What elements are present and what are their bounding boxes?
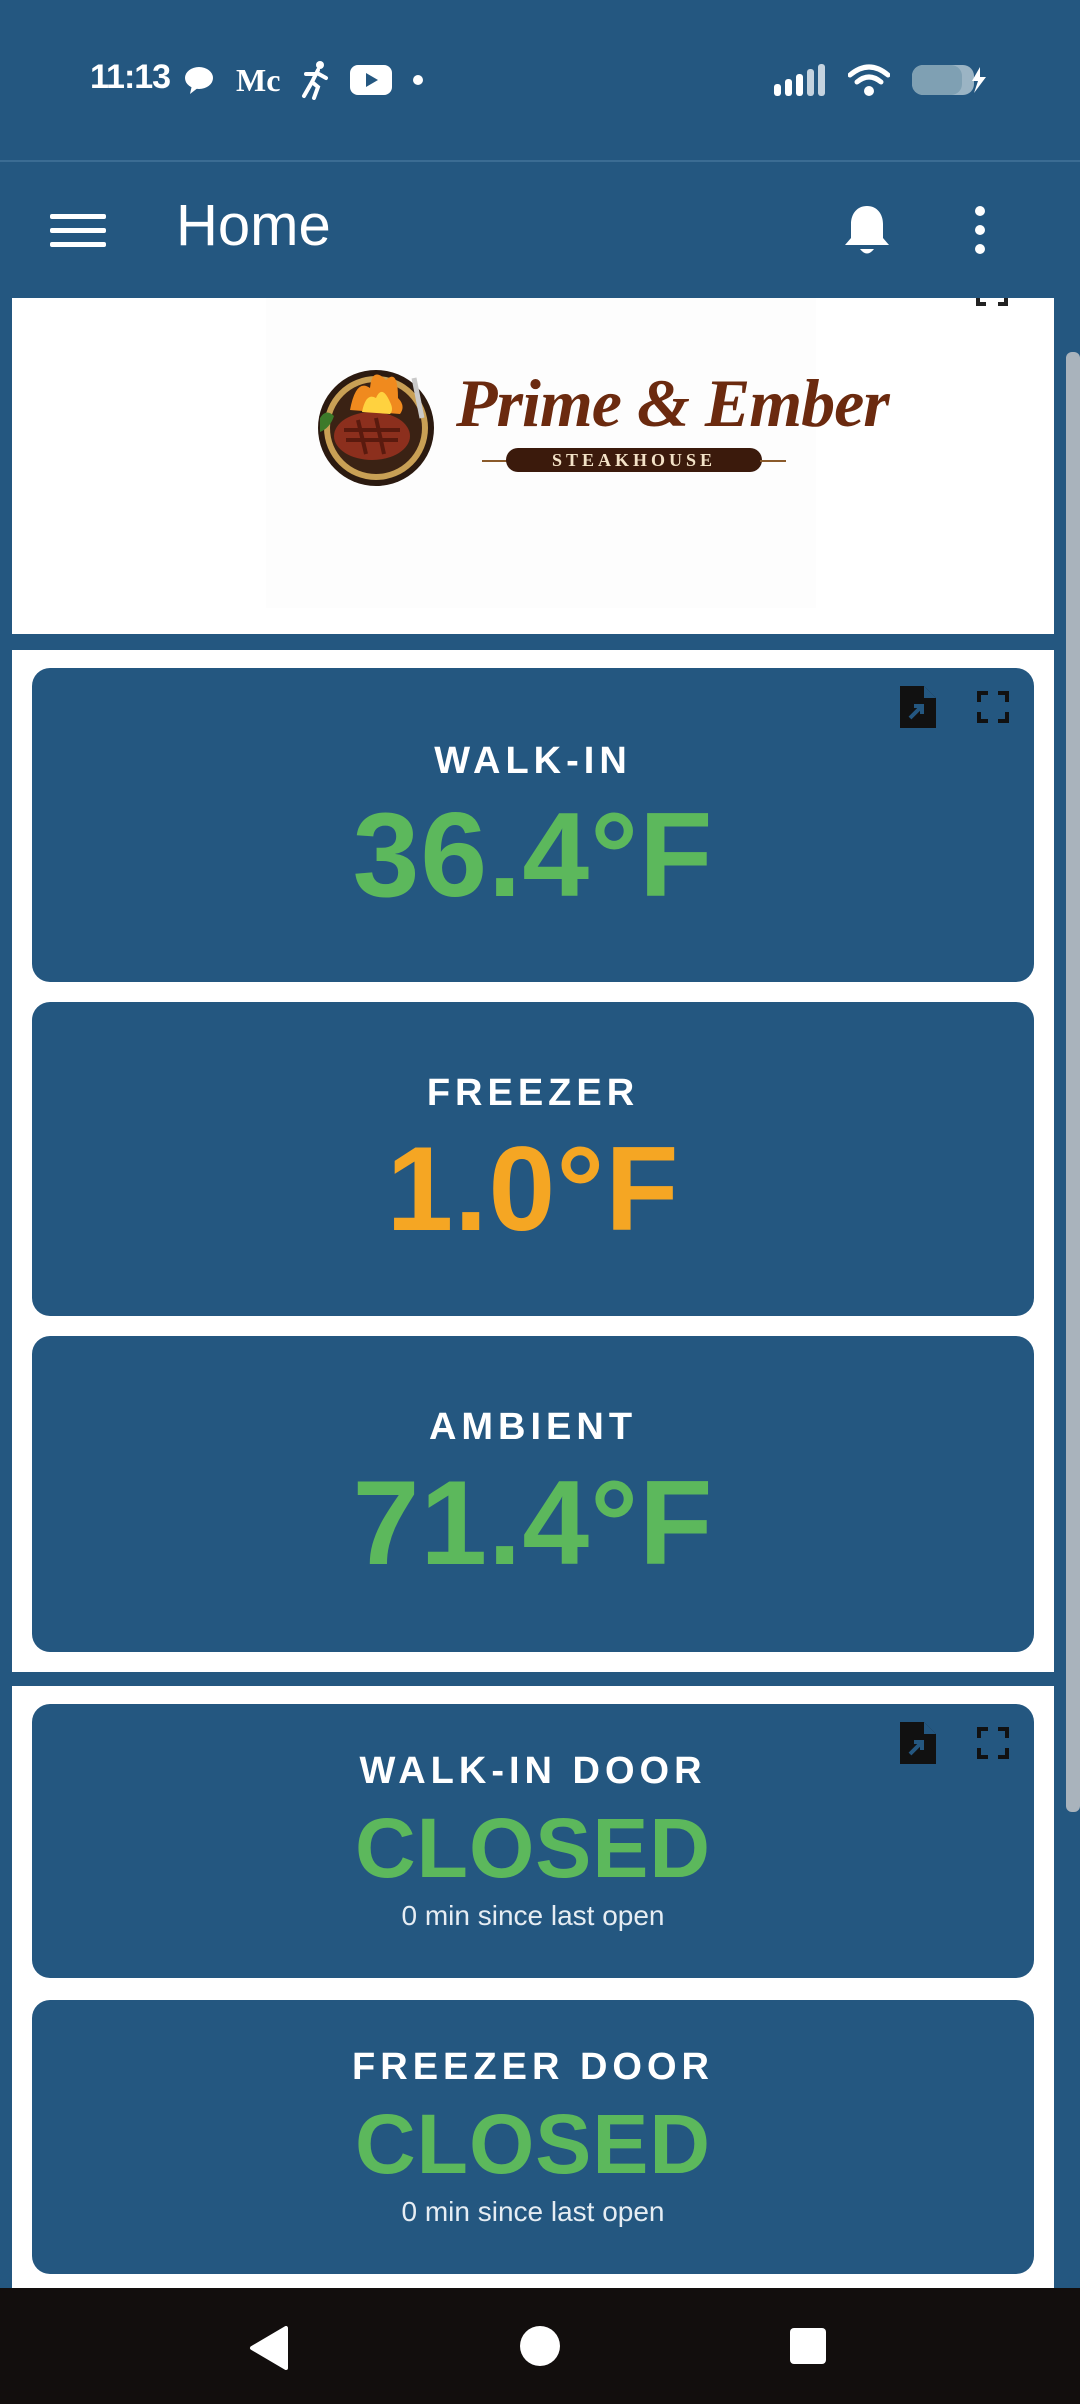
steak-flame-emblem-icon xyxy=(318,370,434,486)
tile-actions xyxy=(900,686,1010,728)
dashboard-content[interactable]: Prime & Ember STEAKHOUSE WALK-IN 36.4°F xyxy=(0,298,1080,2288)
document-export-icon[interactable] xyxy=(900,686,936,728)
cell-signal-icon xyxy=(774,64,825,96)
logo-card: Prime & Ember STEAKHOUSE xyxy=(12,298,1054,634)
temp-tile-freezer[interactable]: FREEZER 1.0°F xyxy=(32,1002,1034,1316)
system-nav-bar xyxy=(0,2288,1080,2404)
temperature-value: 1.0°F xyxy=(386,1122,680,1256)
recents-icon[interactable] xyxy=(790,2328,826,2364)
door-tile-freezer[interactable]: FREEZER DOOR CLOSED 0 min since last ope… xyxy=(32,2000,1034,2274)
wifi-icon xyxy=(848,64,890,96)
status-right xyxy=(774,60,990,100)
status-time: 11:13 xyxy=(90,58,171,96)
door-status: CLOSED xyxy=(354,1801,712,1895)
brand-name: Prime & Ember xyxy=(456,365,890,441)
temp-tile-ambient[interactable]: AMBIENT 71.4°F xyxy=(32,1336,1034,1652)
logo-rule xyxy=(482,460,508,462)
temperature-panel: WALK-IN 36.4°F FREEZER 1.0°F AMBIENT 71.… xyxy=(12,650,1054,1672)
menu-icon[interactable] xyxy=(50,202,106,258)
scrollbar[interactable] xyxy=(1066,352,1080,1812)
page-title: Home xyxy=(176,193,331,258)
tile-label: FREEZER DOOR xyxy=(352,2046,714,2088)
fullscreen-icon[interactable] xyxy=(974,298,1010,312)
tile-label: AMBIENT xyxy=(428,1406,638,1448)
dot-icon xyxy=(413,75,424,85)
brand-logo: Prime & Ember STEAKHOUSE xyxy=(266,298,890,608)
door-since-open: 0 min since last open xyxy=(401,1900,665,1931)
door-status: CLOSED xyxy=(354,2097,712,2191)
tile-label: WALK-IN DOOR xyxy=(359,1750,707,1792)
temperature-value: 71.4°F xyxy=(352,1456,714,1590)
tile-label: WALK-IN xyxy=(434,740,632,782)
back-icon[interactable] xyxy=(248,2326,290,2370)
tile-label: FREEZER xyxy=(426,1072,640,1114)
youtube-icon xyxy=(350,65,393,95)
temperature-value: 36.4°F xyxy=(352,788,714,922)
status-bar: 11:13 Mc xyxy=(0,0,1080,160)
app-bar: Home xyxy=(0,162,1080,298)
door-tile-walk-in[interactable]: WALK-IN DOOR CLOSED 0 min since last ope… xyxy=(32,1704,1034,1978)
notification-icons: Mc xyxy=(182,60,424,100)
brand-tagline: STEAKHOUSE xyxy=(506,448,762,472)
door-panel: WALK-IN DOOR CLOSED 0 min since last ope… xyxy=(12,1686,1054,2288)
bell-icon[interactable] xyxy=(840,202,894,258)
more-options-icon[interactable] xyxy=(960,202,1000,258)
mc-app-icon: Mc xyxy=(236,61,281,98)
fullscreen-icon[interactable] xyxy=(976,690,1010,724)
temp-tile-walk-in[interactable]: WALK-IN 36.4°F xyxy=(32,668,1034,982)
battery-icon xyxy=(912,65,986,95)
running-figure-icon xyxy=(302,61,329,100)
logo-rule xyxy=(760,460,786,462)
home-icon[interactable] xyxy=(520,2326,560,2366)
chat-bubble-icon xyxy=(185,67,213,94)
door-since-open: 0 min since last open xyxy=(401,2196,665,2227)
